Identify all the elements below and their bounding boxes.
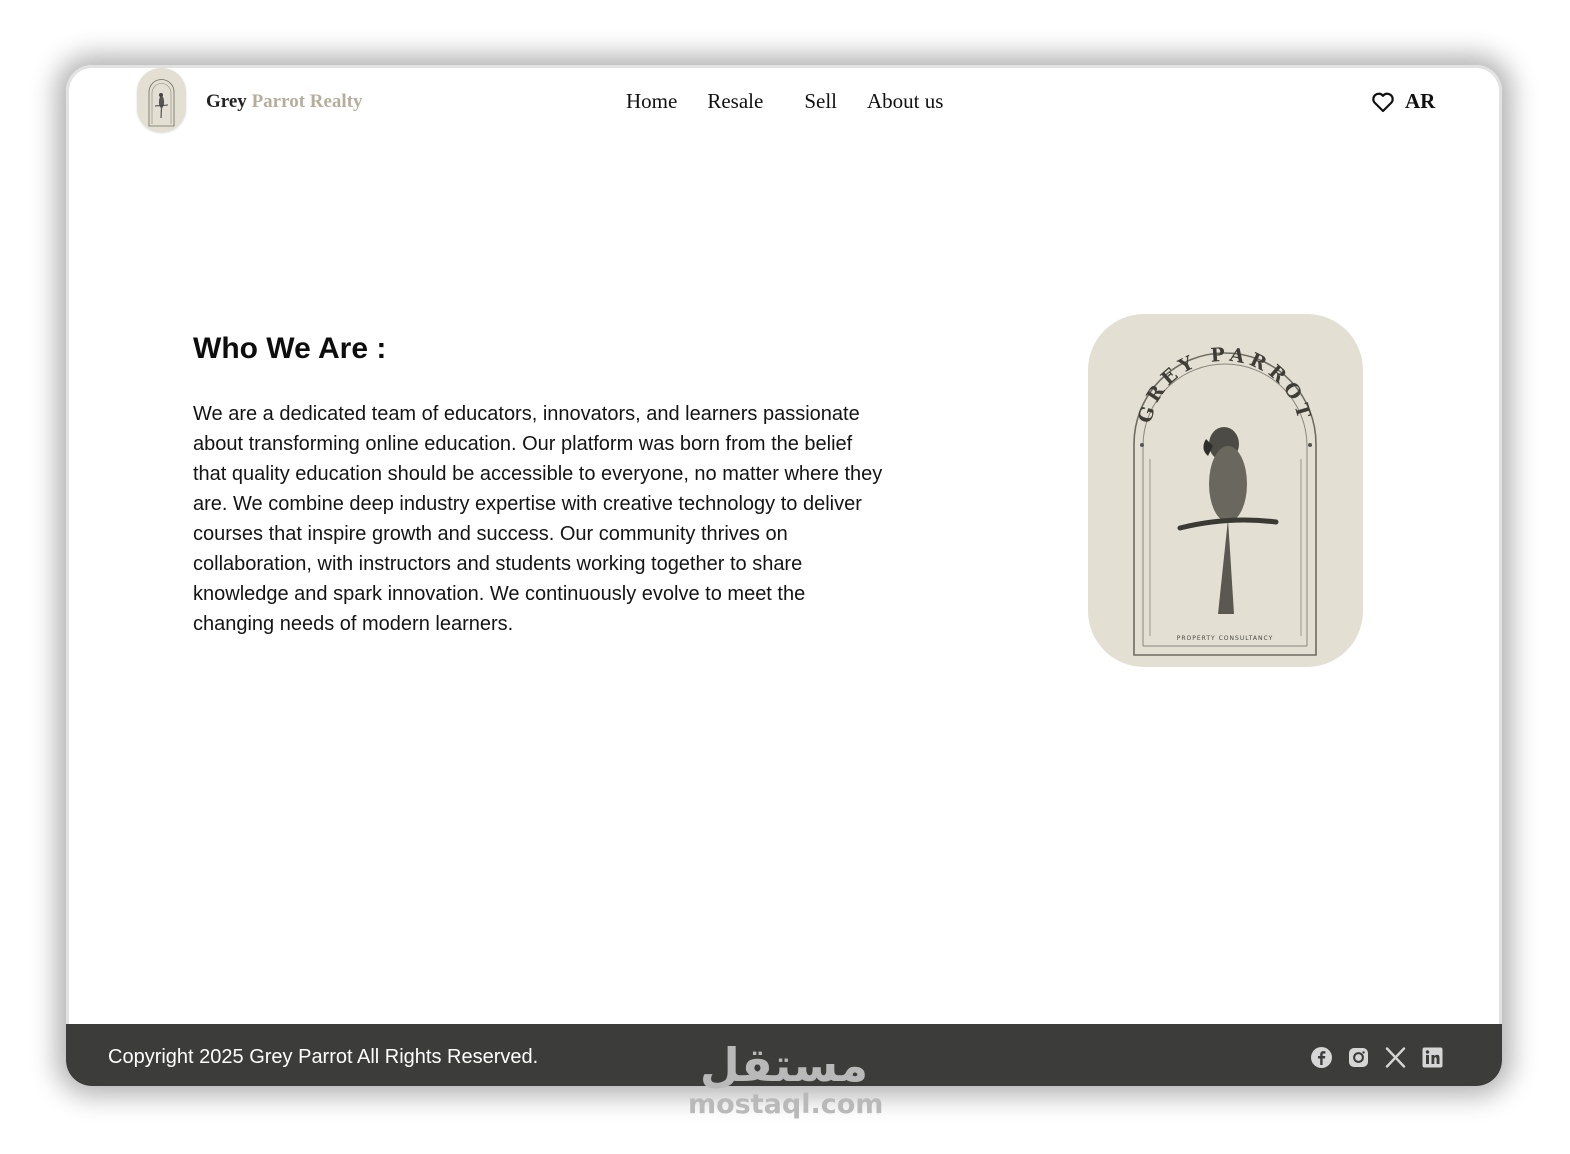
- social-links: [1310, 1046, 1444, 1069]
- linkedin-icon[interactable]: [1421, 1046, 1444, 1069]
- svg-text:GREY PARROT: GREY PARROT: [1134, 344, 1316, 426]
- instagram-icon[interactable]: [1347, 1046, 1370, 1069]
- main-menu: Home Resale Sell About us: [626, 89, 973, 114]
- nav-resale[interactable]: Resale: [707, 89, 763, 114]
- copyright-text: Copyright 2025 Grey Parrot All Rights Re…: [108, 1046, 539, 1068]
- logo-tagline: PROPERTY CONSULTANCY: [1177, 635, 1274, 642]
- parrot-emblem-icon: GREY PARROT PROPERTY CONSULTANCY: [1133, 344, 1317, 656]
- brand-word-parrot-realty: Parrot Realty: [251, 91, 363, 112]
- nav-about-us[interactable]: About us: [867, 89, 943, 114]
- facebook-icon[interactable]: [1310, 1046, 1333, 1069]
- brand-word-grey: Grey: [206, 91, 247, 112]
- logo-badge[interactable]: [137, 68, 186, 132]
- top-navigation: Grey Parrot Realty Home Resale Sell Abou…: [66, 65, 1502, 145]
- watermark-site: mostaql.com: [688, 1089, 884, 1120]
- about-paragraph: We are a dedicated team of educators, in…: [193, 403, 883, 635]
- parrot-logo-icon: [148, 79, 175, 127]
- nav-home[interactable]: Home: [626, 89, 677, 114]
- heart-icon[interactable]: [1371, 91, 1395, 113]
- language-switch[interactable]: AR: [1405, 89, 1435, 114]
- brand-name[interactable]: Grey Parrot Realty: [206, 91, 363, 113]
- company-logo-image: GREY PARROT PROPERTY CONSULTANCY: [1088, 314, 1363, 667]
- browser-frame: Grey Parrot Realty Home Resale Sell Abou…: [66, 65, 1502, 1086]
- logo-arc-text: GREY PARROT: [1134, 344, 1311, 426]
- x-icon[interactable]: [1384, 1046, 1407, 1069]
- footer: Copyright 2025 Grey Parrot All Rights Re…: [66, 1024, 1502, 1086]
- section-heading: Who We Are :: [193, 332, 387, 365]
- nav-sell[interactable]: Sell: [804, 89, 837, 114]
